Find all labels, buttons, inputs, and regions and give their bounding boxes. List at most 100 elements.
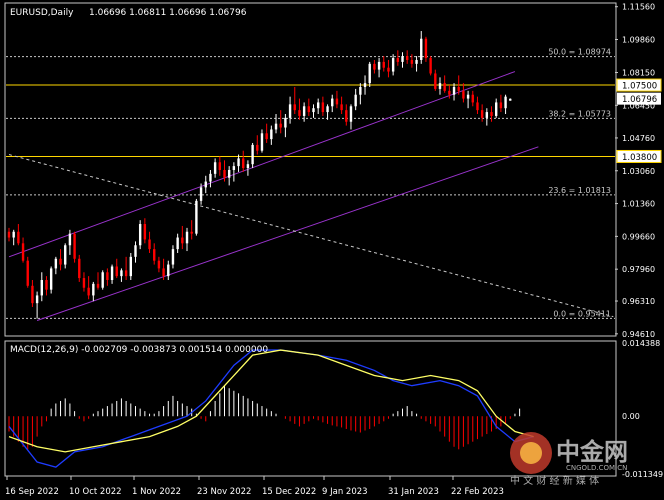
candle-body — [148, 239, 151, 250]
candle-body — [167, 264, 170, 277]
candle-body — [462, 90, 465, 99]
candle-body — [396, 58, 400, 62]
candle-body — [181, 237, 184, 244]
candle-body — [293, 104, 296, 111]
macd-signal-line — [8, 349, 534, 453]
candle-body — [288, 104, 292, 118]
channel-line — [8, 71, 516, 258]
candle-body — [73, 233, 76, 259]
fibonacci-label: 38.2 = 1.05773 — [548, 109, 611, 118]
price-tick-label: 0.94610 — [622, 330, 655, 339]
candle-body — [106, 272, 109, 280]
macd-axis: 0.014388 0.00 -0.011349 — [622, 339, 663, 479]
candle-body — [349, 106, 353, 122]
candle-body — [17, 231, 20, 244]
candle-body — [124, 270, 128, 277]
candle-body — [335, 98, 339, 105]
candle-body — [476, 102, 479, 111]
candle-body — [7, 231, 11, 238]
candle-body — [354, 94, 357, 107]
level-lines: 1.07500 1.03800 — [6, 78, 662, 163]
candle-body — [457, 86, 460, 91]
main-pane-frame — [4, 2, 617, 337]
candle-body — [45, 279, 48, 290]
time-axis[interactable]: 16 Sep 2022 10 Oct 2022 1 Nov 2022 23 Nov 2… — [5, 476, 504, 497]
candle-body — [326, 106, 329, 113]
macd-title: MACD(12,26,9) -0.002709 -0.003873 0.0015… — [10, 345, 268, 355]
candle-body — [270, 129, 273, 140]
watermark-slogan: 中 文 财 经 新 媒 体 — [510, 474, 599, 487]
candle-body — [321, 102, 325, 113]
candle-body — [504, 96, 507, 109]
candle-body — [485, 112, 489, 118]
candle-body — [279, 123, 282, 128]
candle-body — [331, 98, 334, 107]
candle-body — [40, 279, 43, 296]
candle-body — [302, 106, 306, 116]
candle-body — [35, 295, 39, 304]
macd-main-line — [8, 349, 534, 468]
candle-body — [274, 123, 278, 130]
price-tick-label: 1.09860 — [622, 36, 655, 45]
watermark-url: CNGOLD.COM.CN — [566, 464, 627, 472]
candle-body — [59, 258, 62, 265]
price-chart[interactable]: 1.07500 1.03800 50.0 = 1.08974 38.2 = 1.05… — [0, 0, 664, 500]
candle-body — [31, 285, 34, 304]
candle-body — [78, 258, 81, 279]
price-tick-label: 1.08150 — [622, 69, 655, 78]
price-tick-label: 0.96310 — [622, 297, 655, 306]
candle-body — [373, 63, 376, 70]
candle-body — [340, 104, 343, 111]
candle-body — [134, 245, 137, 257]
candle-body — [382, 61, 385, 68]
watermark-name: 中金网 — [556, 438, 628, 466]
dashed-trend-line — [8, 154, 614, 318]
candle-body — [298, 110, 301, 116]
price-tick-label: 1.06450 — [622, 101, 655, 110]
candle-body — [410, 59, 414, 64]
candle-body — [284, 117, 287, 128]
candle-body — [213, 162, 217, 174]
candle-body — [110, 266, 114, 280]
candle-body — [143, 224, 147, 240]
candle-body — [68, 233, 72, 246]
candle-body — [438, 83, 442, 89]
watermark: 中金网 CNGOLD.COM.CN 中 文 财 经 新 媒 体 — [510, 432, 628, 487]
price-axis[interactable]: 1.067961.115601.098601.081501.064501.047… — [615, 3, 661, 339]
candle-body — [153, 249, 156, 261]
candle-body — [199, 187, 203, 201]
candle-body — [223, 169, 226, 178]
candle-body — [480, 110, 484, 118]
candle-body — [157, 260, 161, 269]
candle-body — [209, 173, 212, 182]
candle-body — [195, 200, 198, 234]
candle-body — [101, 272, 104, 288]
candle-body — [185, 231, 189, 244]
macd-indicator — [8, 349, 534, 468]
candle-body — [490, 112, 493, 116]
candle-body — [415, 59, 418, 64]
candle-body — [129, 256, 132, 277]
candle-body — [49, 268, 53, 290]
candle-body — [420, 38, 423, 60]
candle-body — [218, 162, 222, 170]
candle-body — [96, 283, 100, 288]
macd-tick-label: 0.00 — [622, 412, 640, 421]
candle-body — [359, 86, 362, 95]
price-tick-label: 0.99660 — [622, 232, 655, 241]
candlesticks — [7, 31, 512, 319]
candle-body — [307, 106, 311, 113]
candle-body — [115, 266, 118, 277]
candle-body — [204, 181, 207, 188]
candle-body — [265, 133, 268, 140]
candle-body — [466, 94, 470, 99]
candle-body — [171, 249, 175, 265]
candle-body — [232, 166, 236, 170]
trend-lines — [8, 71, 614, 321]
candle-body — [312, 108, 315, 113]
candle-body — [509, 98, 512, 101]
candle-body — [64, 245, 67, 265]
candle-body — [448, 90, 451, 95]
price-tick-label: 1.04760 — [622, 134, 655, 143]
candle-body — [316, 102, 320, 109]
